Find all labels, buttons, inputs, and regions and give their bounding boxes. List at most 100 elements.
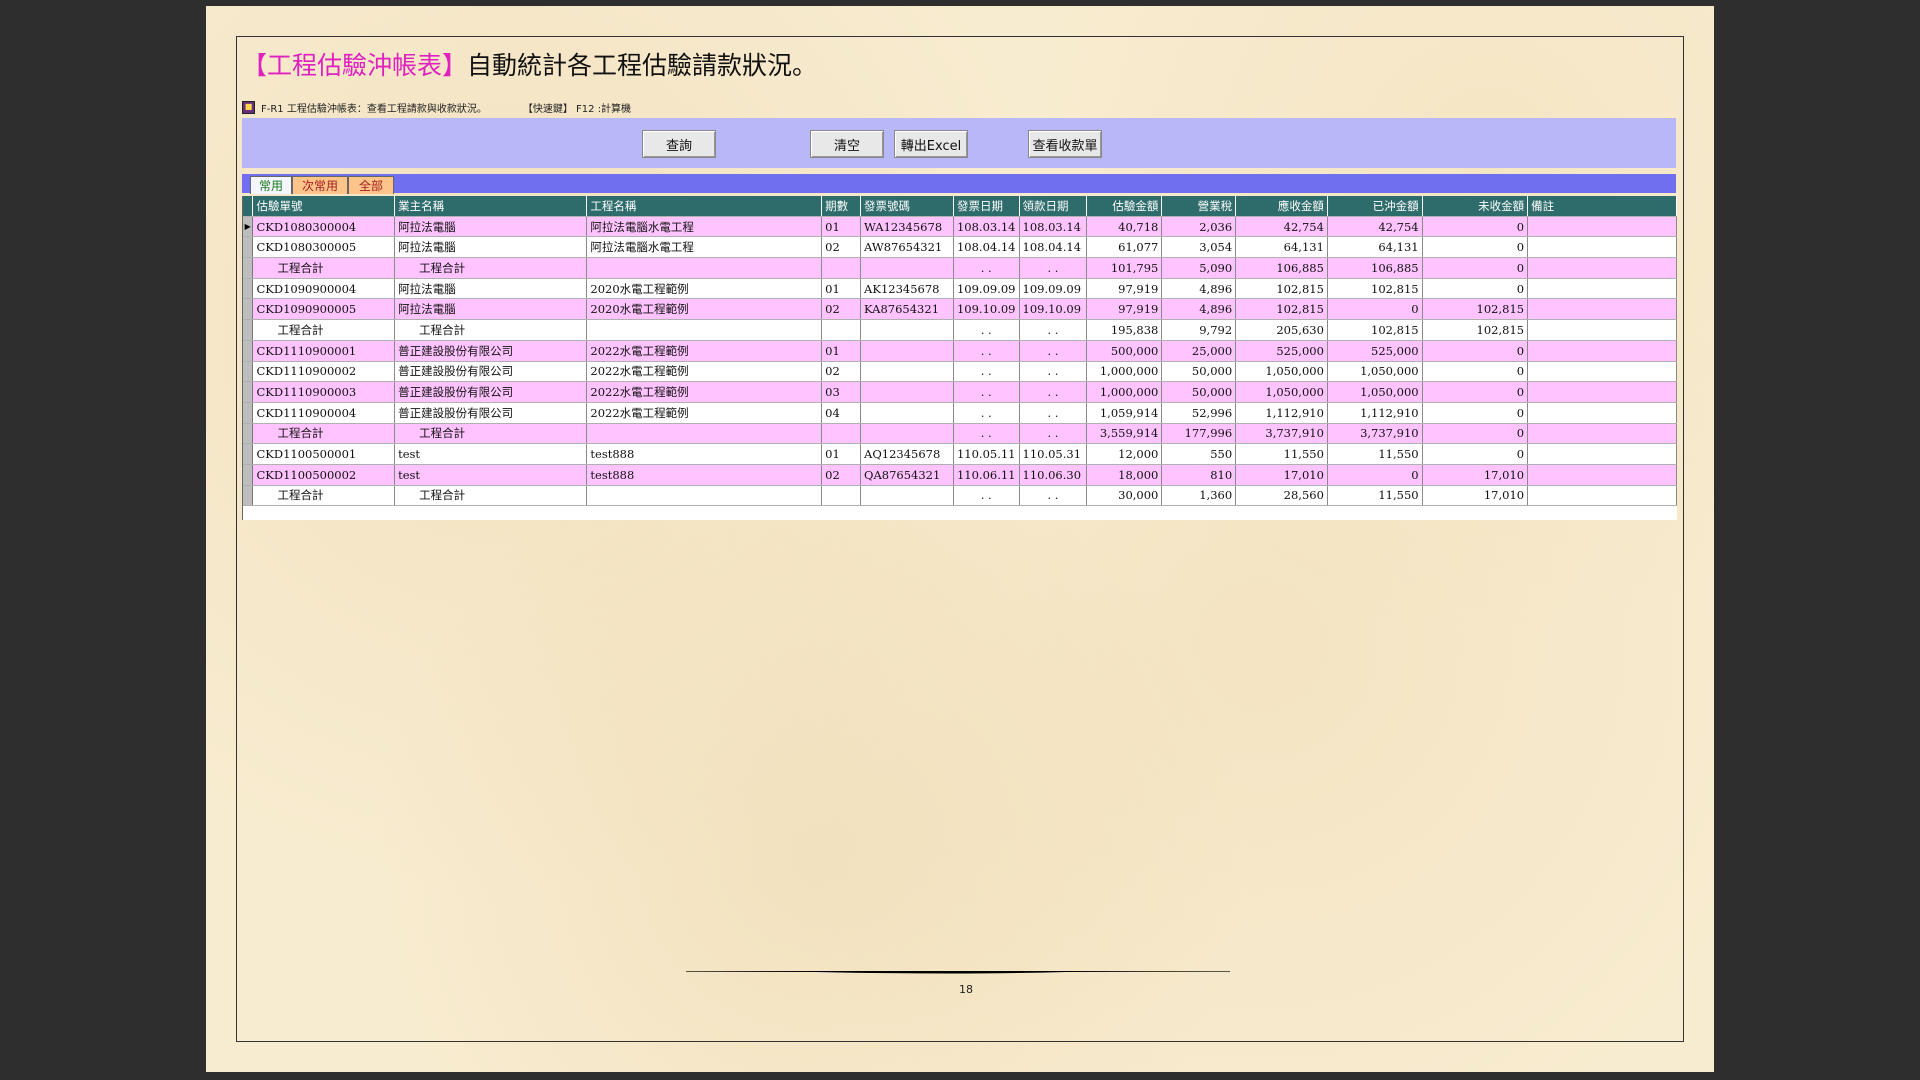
row-selector[interactable] xyxy=(243,361,254,383)
grid-cell[interactable]: 109.10.09 xyxy=(953,298,1020,321)
grid-cell[interactable] xyxy=(860,319,954,341)
grid-cell[interactable]: . . xyxy=(953,319,1020,341)
grid-cell[interactable]: 102,815 xyxy=(1327,319,1423,341)
grid-cell[interactable]: 3,054 xyxy=(1161,236,1237,259)
tab-all[interactable]: 全部 xyxy=(348,176,394,194)
grid-cell[interactable] xyxy=(1527,361,1677,383)
row-selector[interactable] xyxy=(243,278,254,300)
row-selector[interactable] xyxy=(243,402,254,424)
view-receipts-button[interactable]: 查看收款單 xyxy=(1028,130,1102,158)
col-header[interactable]: 領款日期 xyxy=(1019,196,1088,217)
grid-cell[interactable]: 102,815 xyxy=(1235,298,1328,321)
grid-cell[interactable]: 3,737,910 xyxy=(1327,423,1423,445)
grid-cell[interactable]: 工程合計 xyxy=(394,257,588,279)
grid-cell[interactable]: 64,131 xyxy=(1235,236,1328,259)
grid-cell[interactable]: 2020水電工程範例 xyxy=(586,298,823,321)
grid-cell[interactable] xyxy=(1527,485,1677,507)
grid-cell[interactable]: AW87654321 xyxy=(860,236,954,259)
grid-cell[interactable]: CKD1110900001 xyxy=(252,340,396,362)
row-selector[interactable] xyxy=(243,298,254,321)
grid-cell[interactable]: CKD1080300004 xyxy=(252,216,396,238)
col-header[interactable]: 已沖金額 xyxy=(1327,196,1423,217)
col-header[interactable]: 未收金額 xyxy=(1422,196,1529,217)
grid-cell[interactable]: 110.06.30 xyxy=(1019,464,1088,486)
grid-cell[interactable]: 195,838 xyxy=(1086,319,1163,341)
grid-cell[interactable]: 1,050,000 xyxy=(1235,361,1328,383)
table-row[interactable]: CKD1090900004 阿拉法電腦 2020水電工程範例 01 AK12345678… xyxy=(243,278,1677,300)
grid-cell[interactable] xyxy=(1527,402,1677,424)
grid-cell[interactable] xyxy=(586,319,823,341)
grid-cell[interactable]: 工程合計 xyxy=(394,423,588,445)
col-header[interactable]: 發票號碼 xyxy=(860,196,954,217)
subtotal-row[interactable]: 工程合計 工程合計. .. . 3,559,914 177,996 3,737,910 3… xyxy=(243,423,1677,445)
grid-cell[interactable] xyxy=(821,257,862,279)
table-row[interactable]: CKD1090900005 阿拉法電腦 2020水電工程範例 02 KA87654321… xyxy=(243,298,1677,321)
data-grid[interactable]: 估驗單號 業主名稱 工程名稱 期數 發票號碼 發票日期 領款日期 估驗金額 營業… xyxy=(242,196,1677,520)
grid-cell[interactable]: 1,360 xyxy=(1161,485,1237,507)
grid-cell[interactable]: 2022水電工程範例 xyxy=(586,361,823,383)
grid-cell[interactable]: 1,112,910 xyxy=(1235,402,1328,424)
grid-cell[interactable]: 42,754 xyxy=(1327,216,1423,238)
grid-cell[interactable]: 普正建設股份有限公司 xyxy=(394,361,588,383)
grid-cell[interactable]: 109.09.09 xyxy=(1019,278,1088,300)
grid-cell[interactable]: 0 xyxy=(1422,423,1529,445)
grid-cell[interactable]: 工程合計 xyxy=(252,319,396,341)
grid-cell[interactable] xyxy=(821,485,862,507)
grid-cell[interactable]: 2022水電工程範例 xyxy=(586,381,823,403)
table-row[interactable]: CKD1100500001 test test888 01 AQ12345678 110.… xyxy=(243,443,1677,465)
grid-cell[interactable]: 106,885 xyxy=(1235,257,1328,279)
grid-cell[interactable]: 阿拉法電腦 xyxy=(394,216,588,238)
grid-cell[interactable] xyxy=(586,485,823,507)
grid-cell[interactable]: AK12345678 xyxy=(860,278,954,300)
grid-cell[interactable]: 阿拉法電腦 xyxy=(394,236,588,259)
grid-cell[interactable] xyxy=(586,423,823,445)
grid-cell[interactable]: 102,815 xyxy=(1235,278,1328,300)
grid-cell[interactable]: CKD1110900002 xyxy=(252,361,396,383)
grid-cell[interactable]: 02 xyxy=(821,236,862,259)
grid-cell[interactable]: 110.05.31 xyxy=(1019,443,1088,465)
grid-cell[interactable]: 40,718 xyxy=(1086,216,1163,238)
grid-cell[interactable]: 0 xyxy=(1327,464,1423,486)
grid-cell[interactable] xyxy=(1527,298,1677,321)
row-selector[interactable] xyxy=(243,319,254,341)
grid-cell[interactable]: 01 xyxy=(821,278,862,300)
grid-cell[interactable]: . . xyxy=(1019,319,1088,341)
grid-cell[interactable]: QA87654321 xyxy=(860,464,954,486)
grid-cell[interactable]: 工程合計 xyxy=(394,485,588,507)
grid-cell[interactable]: 110.06.11 xyxy=(953,464,1020,486)
grid-cell[interactable]: 550 xyxy=(1161,443,1237,465)
grid-cell[interactable]: 01 xyxy=(821,340,862,362)
row-selector[interactable] xyxy=(243,257,254,279)
grid-cell[interactable]: 525,000 xyxy=(1235,340,1328,362)
grid-cell[interactable] xyxy=(1527,236,1677,259)
subtotal-row[interactable]: 工程合計 工程合計. .. . 101,795 5,090 106,885 106,885… xyxy=(243,257,1677,279)
table-row[interactable]: CKD1110900003 普正建設股份有限公司 2022水電工程範例 03 . .. … xyxy=(243,381,1677,403)
grid-cell[interactable]: 2,036 xyxy=(1161,216,1237,238)
col-header[interactable]: 營業稅 xyxy=(1161,196,1237,217)
grid-cell[interactable]: CKD1090900005 xyxy=(252,298,396,321)
grid-cell[interactable] xyxy=(1527,278,1677,300)
grid-cell[interactable]: . . xyxy=(953,485,1020,507)
col-header[interactable]: 估驗單號 xyxy=(252,196,396,217)
grid-cell[interactable]: 01 xyxy=(821,216,862,238)
grid-cell[interactable]: 97,919 xyxy=(1086,298,1163,321)
table-row[interactable]: CKD1110900001 普正建設股份有限公司 2022水電工程範例 01 . .. … xyxy=(243,340,1677,362)
grid-cell[interactable]: 4,896 xyxy=(1161,298,1237,321)
grid-cell[interactable]: 01 xyxy=(821,443,862,465)
grid-cell[interactable]: 1,050,000 xyxy=(1327,381,1423,403)
grid-cell[interactable] xyxy=(821,423,862,445)
grid-cell[interactable]: 12,000 xyxy=(1086,443,1163,465)
row-selector[interactable] xyxy=(243,381,254,403)
grid-cell[interactable]: 500,000 xyxy=(1086,340,1163,362)
grid-cell[interactable]: 阿拉法電腦 xyxy=(394,278,588,300)
row-selector[interactable] xyxy=(243,340,254,362)
grid-cell[interactable]: 28,560 xyxy=(1235,485,1328,507)
grid-cell[interactable]: 17,010 xyxy=(1235,464,1328,486)
grid-cell[interactable]: test888 xyxy=(586,464,823,486)
grid-cell[interactable]: 普正建設股份有限公司 xyxy=(394,340,588,362)
grid-cell[interactable]: . . xyxy=(1019,340,1088,362)
grid-cell[interactable]: 0 xyxy=(1422,402,1529,424)
grid-cell[interactable] xyxy=(1527,464,1677,486)
grid-cell[interactable]: 50,000 xyxy=(1161,381,1237,403)
grid-cell[interactable]: 0 xyxy=(1422,257,1529,279)
